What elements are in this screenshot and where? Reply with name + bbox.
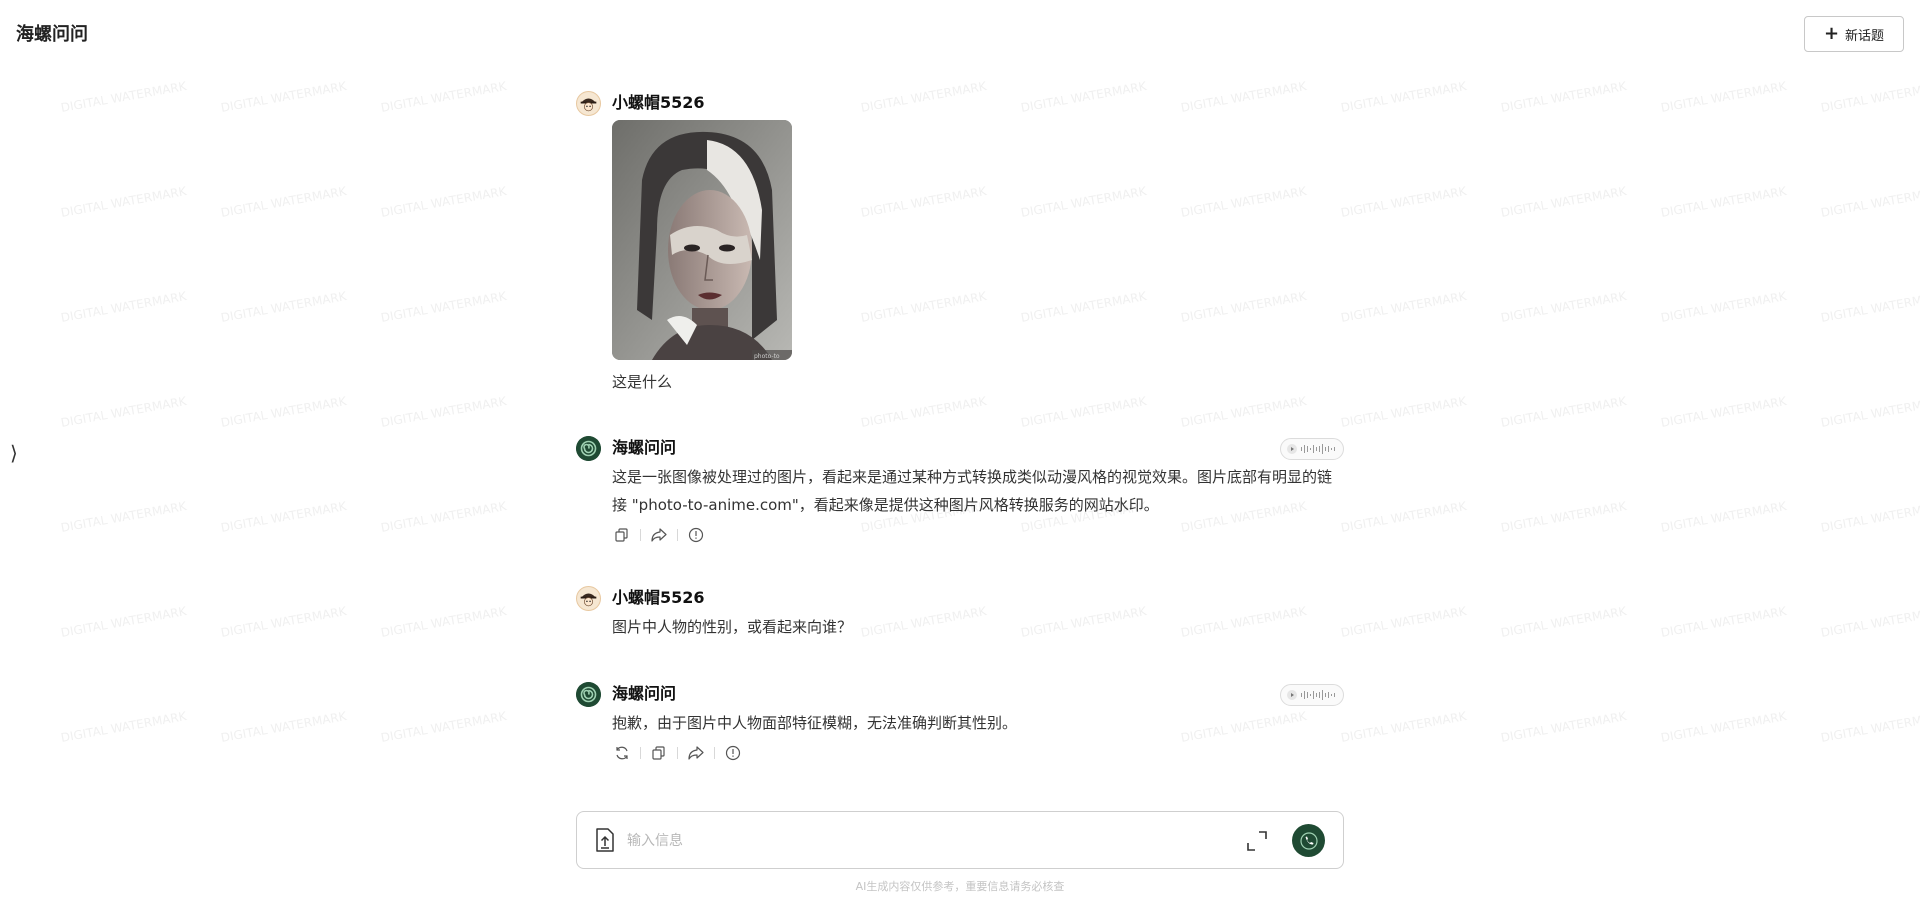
sidebar-toggle-button[interactable]: ⟩ <box>10 443 18 463</box>
message-text: 图片中人物的性别，或看起来向谁？ <box>612 618 853 636</box>
copy-icon[interactable] <box>612 525 632 545</box>
waveform-icon <box>1301 690 1335 700</box>
phone-icon <box>1299 831 1318 850</box>
chat-thread: 小螺帽5526 photo-to 这是什么 海螺问问 这是一张图像被处理过的图片… <box>576 88 1344 769</box>
divider <box>640 747 641 759</box>
waveform-icon <box>1301 444 1335 454</box>
play-icon <box>1287 690 1297 700</box>
new-topic-button[interactable]: + 新话题 <box>1804 16 1904 52</box>
plus-icon: + <box>1823 23 1840 44</box>
assistant-avatar-icon <box>576 436 601 461</box>
message-actions <box>612 741 1344 765</box>
play-audio-button[interactable] <box>1280 438 1344 460</box>
report-icon[interactable] <box>686 525 706 545</box>
new-topic-label: 新话题 <box>1845 28 1885 44</box>
divider <box>640 529 641 541</box>
message-text: 这是什么 <box>612 373 673 391</box>
message-composer <box>576 811 1344 869</box>
message-text: 这是一张图像被处理过的图片，看起来是通过某种方式转换成类似动漫风格的视觉效果。图… <box>612 468 1333 514</box>
share-icon[interactable] <box>686 743 706 763</box>
image-watermark-text: photo-to <box>754 353 780 360</box>
copy-icon[interactable] <box>649 743 669 763</box>
share-icon[interactable] <box>649 525 669 545</box>
message-actions <box>612 523 1344 547</box>
divider <box>677 529 678 541</box>
divider <box>677 747 678 759</box>
voice-call-button[interactable] <box>1292 824 1325 857</box>
assistant-message: 海螺问问 这是一张图像被处理过的图片，看起来是通过某种方式转换成类似动漫风格的视… <box>576 433 1344 583</box>
ai-disclaimer: AI生成内容仅供参考，重要信息请务必核查 <box>855 880 1065 893</box>
regenerate-icon[interactable] <box>612 743 632 763</box>
play-icon <box>1287 444 1297 454</box>
assistant-message: 海螺问问 抱歉，由于图片中人物面部特征模糊，无法准确判断其性别。 <box>576 679 1344 769</box>
divider <box>714 747 715 759</box>
play-audio-button[interactable] <box>1280 684 1344 706</box>
assistant-avatar-icon <box>576 682 601 707</box>
uploaded-image[interactable]: photo-to <box>612 120 792 360</box>
message-sender: 小螺帽5526 <box>612 588 705 607</box>
message-sender: 小螺帽5526 <box>612 93 705 112</box>
app-title: 海螺问问 <box>16 24 88 45</box>
upload-file-icon[interactable] <box>593 827 617 853</box>
user-message: 小螺帽5526 photo-to 这是什么 <box>576 88 1344 433</box>
expand-icon[interactable] <box>1245 829 1269 853</box>
user-message: 小螺帽5526 图片中人物的性别，或看起来向谁？ <box>576 583 1344 679</box>
message-sender: 海螺问问 <box>612 684 677 703</box>
app-window: DIGITAL WATERMARK DIGITAL WATERMARK DIGI… <box>0 0 1920 911</box>
message-input[interactable] <box>625 828 1225 854</box>
report-icon[interactable] <box>723 743 743 763</box>
message-text: 抱歉，由于图片中人物面部特征模糊，无法准确判断其性别。 <box>612 714 1018 732</box>
user-avatar-icon <box>576 586 601 611</box>
user-avatar-icon <box>576 91 601 116</box>
message-sender: 海螺问问 <box>612 438 677 457</box>
